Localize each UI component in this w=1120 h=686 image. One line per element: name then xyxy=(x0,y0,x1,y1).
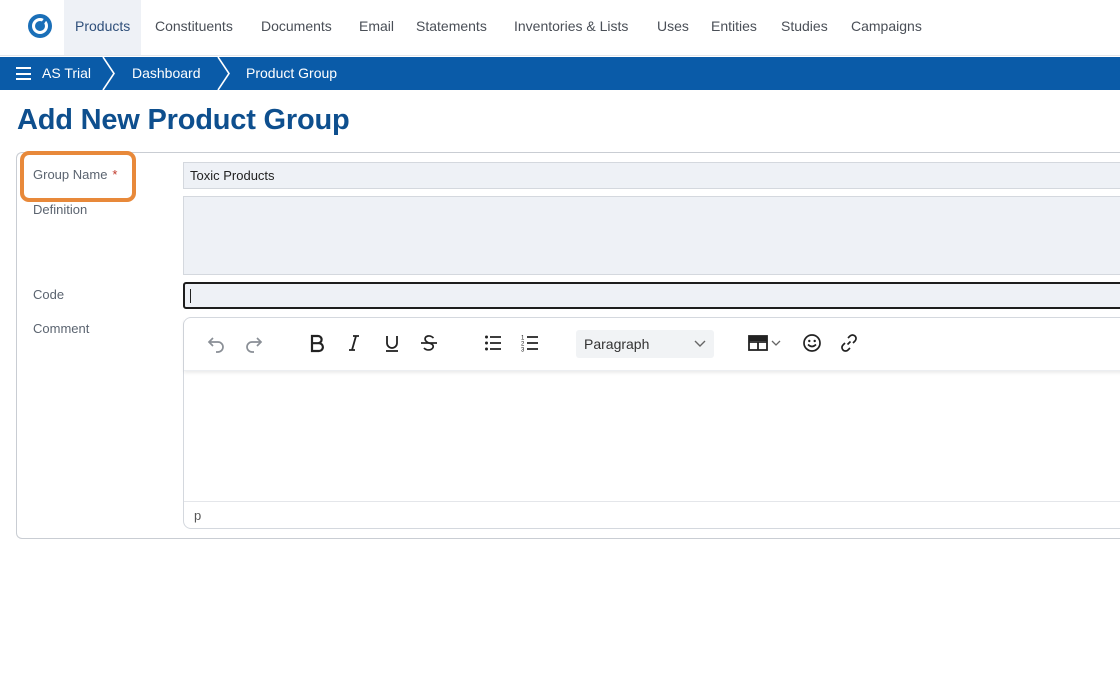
svg-text:3: 3 xyxy=(521,348,525,354)
nav-uses[interactable]: Uses xyxy=(657,0,689,55)
breadcrumb-separator-icon xyxy=(217,57,230,90)
nav-constituents[interactable]: Constituents xyxy=(155,0,233,55)
highlight-annotation xyxy=(20,151,136,202)
block-format-value: Paragraph xyxy=(584,336,650,352)
redo-icon[interactable] xyxy=(242,331,266,355)
breadcrumb: AS Trial Dashboard Product Group xyxy=(0,57,1120,90)
link-icon[interactable] xyxy=(837,331,861,355)
nav-documents[interactable]: Documents xyxy=(261,0,332,55)
menu-icon[interactable] xyxy=(16,67,31,80)
element-path[interactable]: p xyxy=(194,508,201,523)
table-icon[interactable] xyxy=(747,331,787,355)
top-navigation: Products Constituents Documents Email St… xyxy=(0,0,1120,56)
nav-studies[interactable]: Studies xyxy=(781,0,828,55)
code-label: Code xyxy=(33,287,65,302)
undo-icon[interactable] xyxy=(204,331,228,355)
comment-label: Comment xyxy=(33,321,90,336)
editor-statusbar: p xyxy=(184,501,1120,528)
breadcrumb-item-product-group: Product Group xyxy=(246,65,338,81)
editor-toolbar: 123 Paragraph xyxy=(184,318,1120,371)
text-caret xyxy=(190,289,191,303)
underline-icon[interactable] xyxy=(380,331,404,355)
nav-email[interactable]: Email xyxy=(359,0,394,55)
block-format-select[interactable]: Paragraph xyxy=(576,330,714,358)
group-name-input[interactable]: Toxic Products xyxy=(183,162,1120,189)
emoji-icon[interactable] xyxy=(800,331,824,355)
app-logo-icon[interactable] xyxy=(27,13,53,39)
strikethrough-icon[interactable] xyxy=(417,331,441,355)
italic-icon[interactable] xyxy=(342,331,366,355)
comment-editor[interactable]: 123 Paragraph p xyxy=(183,317,1120,529)
definition-textarea[interactable] xyxy=(183,196,1120,275)
breadcrumb-item-dashboard[interactable]: Dashboard xyxy=(132,57,201,90)
nav-products[interactable]: Products xyxy=(64,0,142,55)
breadcrumb-item-as-trial[interactable]: AS Trial xyxy=(42,57,91,90)
nav-entities[interactable]: Entities xyxy=(711,0,757,55)
bullet-list-icon[interactable] xyxy=(481,331,505,355)
nav-statements[interactable]: Statements xyxy=(416,0,487,55)
nav-campaigns[interactable]: Campaigns xyxy=(851,0,922,55)
page-title: Add New Product Group xyxy=(17,104,350,136)
chevron-down-icon xyxy=(694,340,706,347)
nav-inventories-lists[interactable]: Inventories & Lists xyxy=(514,0,628,55)
breadcrumb-separator-icon xyxy=(102,57,115,90)
code-input[interactable] xyxy=(183,282,1120,309)
definition-label: Definition xyxy=(33,202,88,217)
bold-icon[interactable] xyxy=(305,331,329,355)
numbered-list-icon[interactable]: 123 xyxy=(518,331,542,355)
